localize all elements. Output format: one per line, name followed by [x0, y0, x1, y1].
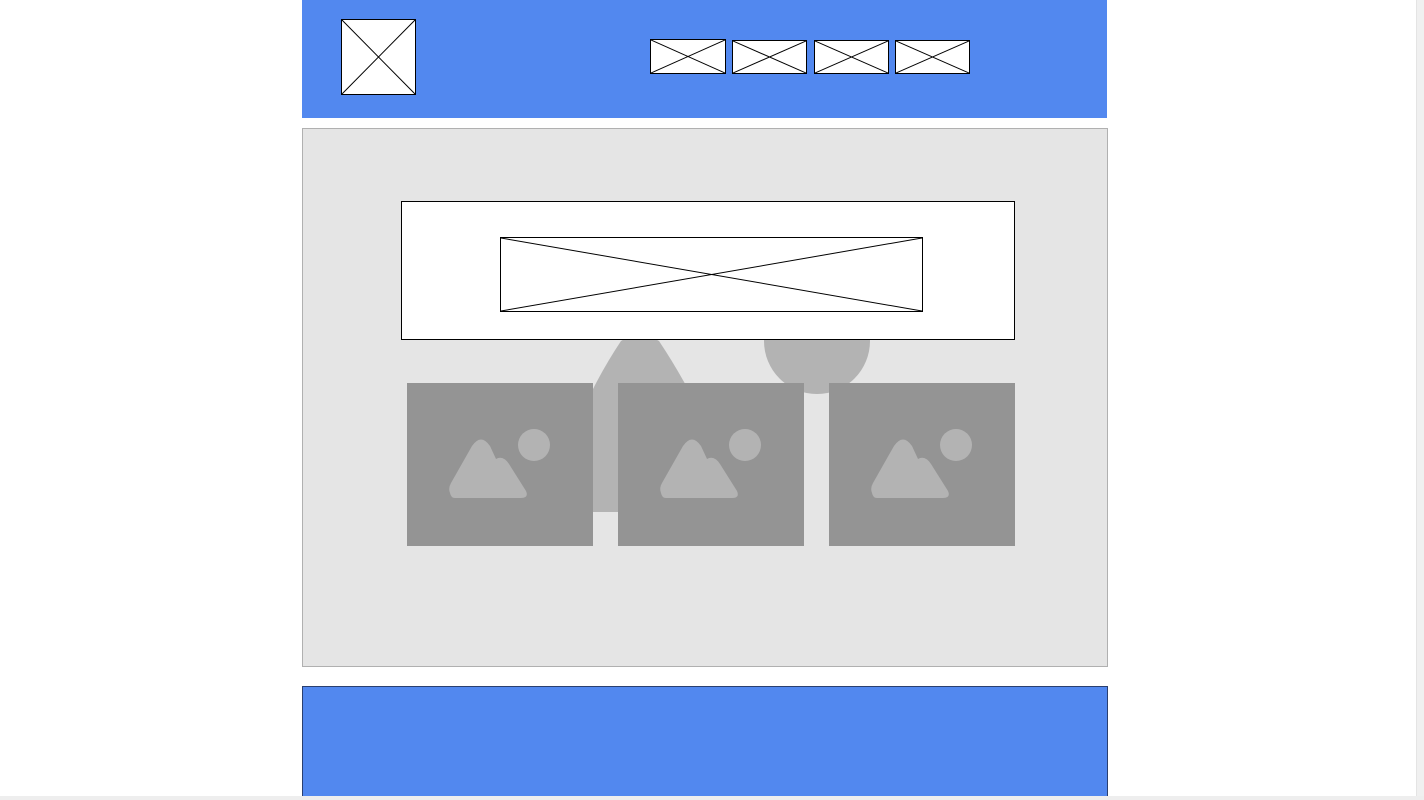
hero-banner [401, 201, 1015, 340]
image-placeholder-icon [651, 40, 725, 73]
image-placeholder-icon [501, 238, 922, 311]
image-card-2[interactable] [618, 383, 804, 546]
nav-item-4[interactable] [895, 40, 970, 74]
vertical-scrollbar[interactable] [1416, 0, 1424, 800]
hero-image-placeholder[interactable] [500, 237, 923, 312]
image-card-1[interactable] [407, 383, 593, 546]
wireframe-canvas [0, 0, 1424, 800]
landscape-image-icon [660, 429, 761, 498]
nav-item-2[interactable] [732, 40, 807, 74]
landscape-image-icon [449, 429, 550, 498]
content-area [302, 128, 1108, 667]
nav-item-3[interactable] [814, 40, 889, 74]
image-placeholder-icon [896, 41, 969, 73]
landscape-image-icon [871, 429, 972, 498]
image-placeholder-icon [733, 41, 806, 73]
image-placeholder-icon [342, 20, 415, 94]
logo-placeholder[interactable] [341, 19, 416, 95]
image-placeholder-icon [815, 41, 888, 73]
header-bar [302, 0, 1107, 118]
footer-bar [302, 686, 1108, 798]
image-card-3[interactable] [829, 383, 1015, 546]
bottom-edge [0, 796, 1424, 800]
nav-item-1[interactable] [650, 39, 726, 74]
